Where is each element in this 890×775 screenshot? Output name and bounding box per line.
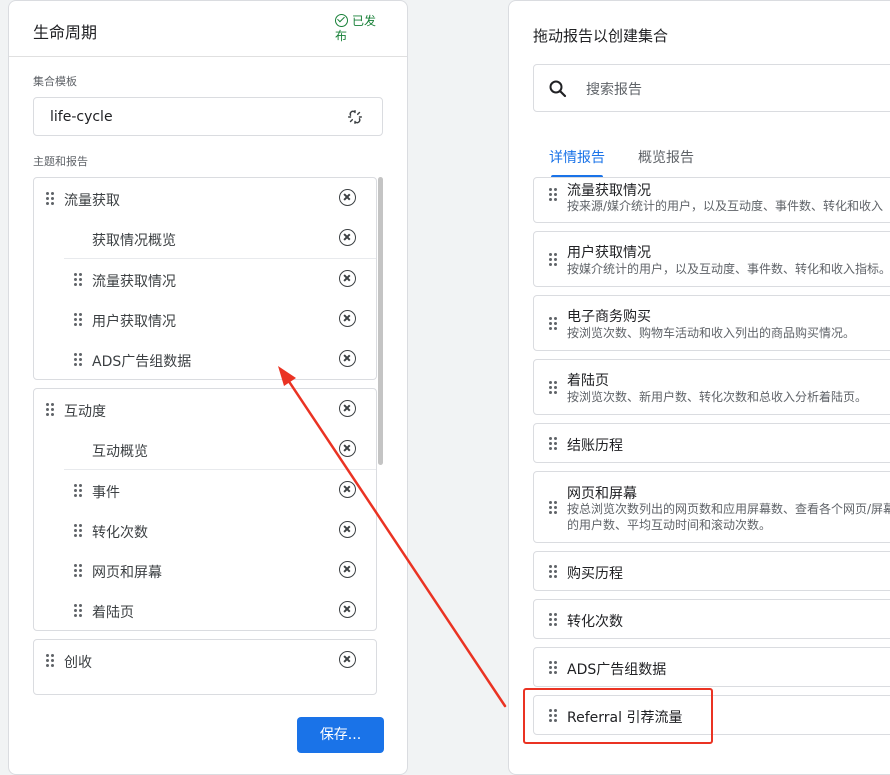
arrow-icon bbox=[278, 366, 507, 708]
